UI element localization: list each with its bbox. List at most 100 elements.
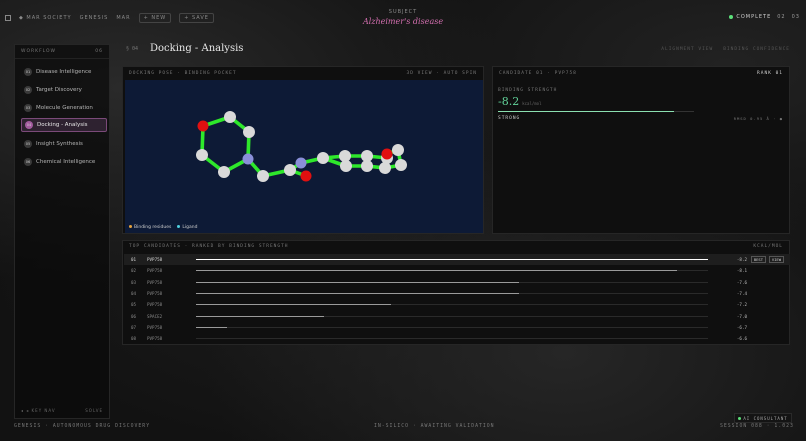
rank-cell: 02 <box>131 268 137 274</box>
sidebar: WORKFLOW 06 01 Disease Intelligence 02 Tar… <box>14 44 110 419</box>
top-right: COMPLETE 02 03 <box>729 14 800 20</box>
molecule-viewer[interactable]: Binding residues Ligand <box>125 80 483 233</box>
step-number: 02 <box>24 86 32 94</box>
score-cell: -7.2 <box>736 302 747 308</box>
sidebar-item-disease-intelligence[interactable]: 01 Disease Intelligence <box>21 65 107 79</box>
strength-bar-fill <box>498 111 675 112</box>
score-bar-track <box>196 326 708 328</box>
top-right-b[interactable]: 03 <box>792 14 800 20</box>
footer-left: GENESIS · AUTONOMOUS DRUG DISCOVERY <box>14 424 151 429</box>
score-bar-track <box>196 270 708 272</box>
oxygen-atom <box>197 120 209 132</box>
disease-title: Alzheimer's disease <box>362 17 444 26</box>
carbon-atom <box>379 162 391 174</box>
sidebar-item-molecule-generation[interactable]: 03 Molecule Generation <box>21 101 107 115</box>
table-row[interactable]: 01 PVP758 -8.2 BEST VIEW <box>124 254 790 265</box>
step-number: 03 <box>24 104 32 112</box>
id-cell: PVP758 <box>147 268 163 274</box>
binding-unit: kcal/mol <box>522 101 542 106</box>
carbon-atom <box>243 126 255 138</box>
score-bar-fill <box>196 292 519 294</box>
table-unit: KCAL/MOL <box>753 244 783 249</box>
score-bar-track <box>196 292 708 294</box>
top-right-a[interactable]: 02 <box>777 14 785 20</box>
candidates-table: TOP CANDIDATES · RANKED BY BINDING STREN… <box>122 240 790 345</box>
sidebar-item-target-discovery[interactable]: 02 Target Discovery <box>21 83 107 97</box>
docking-panel: DOCKING POSE · BINDING POCKET 3D VIEW · … <box>122 66 484 234</box>
table-row[interactable]: 04 PVP758 -7.4 <box>124 288 790 299</box>
ai-consultant-button[interactable]: AI CONSULTANT <box>734 413 792 423</box>
top-bar: ◆ MAR SOCIETY GENESIS MAR + NEW + SAVE S… <box>0 0 806 34</box>
table-row[interactable]: 07 PVP758 -6.7 <box>124 322 790 333</box>
id-cell: PVP758 <box>147 290 163 296</box>
key-nav-hint[interactable]: ◂ ◂ KEY NAV <box>21 408 56 413</box>
sidebar-footer: ◂ ◂ KEY NAV SOLVE <box>21 408 103 413</box>
carbon-atom <box>224 111 236 123</box>
table-heading: TOP CANDIDATES · RANKED BY BINDING STREN… <box>129 244 289 249</box>
score-bar-track <box>196 281 708 283</box>
oxygen-atom <box>300 170 312 182</box>
view-mode-label[interactable]: 3D VIEW · AUTO SPIN <box>407 71 477 76</box>
solve-link[interactable]: SOLVE <box>85 408 103 413</box>
table-row[interactable]: 06 SPACE2 -7.0 <box>124 311 790 322</box>
best-badge: BEST <box>750 256 766 263</box>
carbon-atom <box>196 149 208 161</box>
carbon-atom <box>284 164 296 176</box>
step-number: 05 <box>24 140 32 148</box>
alignment-view-link[interactable]: ALIGNMENT VIEW <box>661 47 713 52</box>
score-cell: -8.1 <box>736 268 747 274</box>
candidate-panel: CANDIDATE 01 · PVP758 RANK 01 BINDING ST… <box>492 66 790 234</box>
section-number: § 04 <box>126 46 139 52</box>
sidebar-item-chemical-intelligence[interactable]: 06 Chemical Intelligence <box>21 155 107 169</box>
score-bar-fill <box>196 304 391 306</box>
carbon-atom <box>340 160 352 172</box>
score-bar-track <box>196 338 708 340</box>
sidebar-heading: WORKFLOW 06 <box>15 45 109 59</box>
score-cell: -7.4 <box>736 290 747 296</box>
footer-center: IN-SILICO · AWAITING VALIDATION <box>374 424 495 429</box>
status-text: COMPLETE <box>736 14 772 20</box>
rank-cell: 05 <box>131 302 137 308</box>
oxygen-atom <box>381 148 393 160</box>
legend-residues: Binding residues <box>129 225 171 230</box>
docking-heading: DOCKING POSE · BINDING POCKET <box>129 71 237 76</box>
view-button[interactable]: VIEW <box>768 256 784 263</box>
nitrogen-atom <box>242 153 254 165</box>
table-row[interactable]: 08 PVP758 -6.6 <box>124 333 790 344</box>
id-cell: PVP758 <box>147 336 163 342</box>
step-number: 01 <box>24 68 32 76</box>
carbon-atom <box>395 159 407 171</box>
rank-cell: 03 <box>131 279 137 285</box>
atoms <box>196 111 407 182</box>
page-header: § 04 Docking - Analysis ALIGNMENT VIEW B… <box>126 43 790 57</box>
page-title: Docking - Analysis <box>150 43 244 54</box>
ai-consultant-label: AI CONSULTANT <box>743 415 788 421</box>
rank-cell: 01 <box>131 257 137 262</box>
score-cell: -6.6 <box>736 336 747 342</box>
sidebar-item-label: Docking - Analysis <box>37 122 88 128</box>
legend-residues-label: Binding residues <box>134 225 172 230</box>
online-dot-icon <box>738 416 742 420</box>
score-bar-fill <box>196 281 519 283</box>
id-cell: SPACE2 <box>147 313 163 319</box>
rmsd-readout: RMSD 0.95 Å · ● <box>733 116 783 121</box>
sidebar-item-insight-synthesis[interactable]: 05 Insight Synthesis <box>21 137 107 151</box>
header-actions: ALIGNMENT VIEW BINDING CONFIDENCE <box>661 47 790 52</box>
score-bar-fill <box>196 315 324 317</box>
sidebar-item-docking-analysis[interactable]: 04 Docking - Analysis <box>21 118 107 132</box>
table-row[interactable]: 03 PVP758 -7.6 <box>124 277 790 288</box>
score-bar-track <box>196 259 708 260</box>
molecule-render <box>196 111 407 182</box>
score-bar-track <box>196 315 708 317</box>
carbon-atom <box>218 166 230 178</box>
carbon-atom <box>392 144 404 156</box>
id-cell: PVP758 <box>147 257 163 262</box>
binding-confidence-link[interactable]: BINDING CONFIDENCE <box>723 47 790 52</box>
carbon-atom <box>257 170 269 182</box>
table-header: TOP CANDIDATES · RANKED BY BINDING STREN… <box>129 244 783 249</box>
subject-block: SUBJECT Alzheimer's disease <box>0 9 806 26</box>
table-row[interactable]: 05 PVP758 -7.2 <box>124 299 790 310</box>
sidebar-heading-label: WORKFLOW <box>21 49 56 54</box>
table-row[interactable]: 02 PVP758 -8.1 <box>124 265 790 276</box>
score-bar-fill <box>196 326 227 328</box>
